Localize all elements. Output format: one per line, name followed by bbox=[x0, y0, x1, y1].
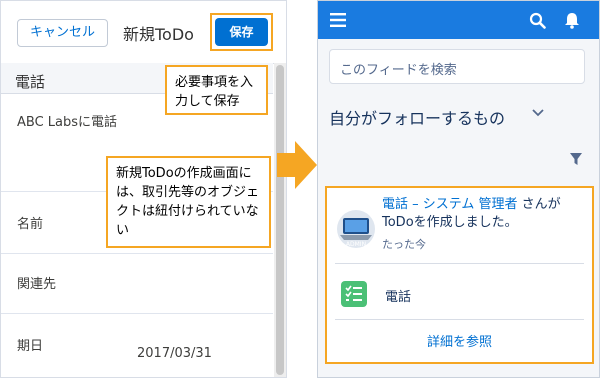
save-button-highlight: 保存 bbox=[210, 13, 273, 51]
post-actor-suffix: さんが bbox=[517, 197, 561, 212]
page-title: 新規ToDo bbox=[123, 25, 194, 44]
divider bbox=[1, 253, 273, 254]
divider bbox=[335, 319, 584, 320]
due-date-field[interactable]: 2017/03/31 bbox=[137, 346, 212, 361]
task-icon-glyph bbox=[345, 285, 362, 301]
task-record-link[interactable]: 電話 bbox=[385, 286, 411, 305]
new-todo-header: キャンセル 新規ToDo 保存 bbox=[1, 1, 286, 64]
feed-screen: このフィードを検索 自分がフォローするもの ADMIN 電話 – システム 管理… bbox=[317, 0, 600, 378]
task-icon bbox=[341, 281, 367, 307]
view-details-link[interactable]: 詳細を参照 bbox=[327, 331, 592, 350]
subject-field[interactable]: ABC Labsに電話 bbox=[17, 111, 117, 130]
post-actor-link[interactable]: 電話 – システム 管理者 bbox=[382, 197, 518, 212]
divider bbox=[335, 263, 584, 264]
section-title: 電話 bbox=[15, 73, 46, 91]
scrollbar-thumb[interactable] bbox=[276, 65, 284, 375]
name-field-label: 名前 bbox=[17, 217, 44, 232]
hamburger-icon[interactable] bbox=[330, 13, 346, 27]
new-todo-screen: キャンセル 新規ToDo 保存 電話 ABC Labsに電話 名前 関連先 期日… bbox=[0, 0, 287, 378]
scrollbar[interactable] bbox=[274, 63, 286, 377]
post-timestamp[interactable]: たった今 bbox=[382, 236, 426, 252]
feed-search-input[interactable]: このフィードを検索 bbox=[329, 49, 585, 84]
feed-title[interactable]: 自分がフォローするもの bbox=[329, 105, 505, 129]
top-nav-bar bbox=[318, 1, 599, 39]
chevron-down-icon[interactable] bbox=[532, 109, 544, 117]
form-callout: 新規ToDoの作成画面には、取引先等のオブジェクトは紐付けられていない bbox=[106, 156, 271, 248]
feed-post-card: ADMIN 電話 – システム 管理者 さんが ToDoを作成しました。 たった… bbox=[325, 186, 594, 364]
bell-icon[interactable] bbox=[564, 12, 580, 29]
laptop-avatar-icon: ADMIN bbox=[340, 218, 372, 248]
form-callout-text: 新規ToDoの作成画面には、取引先等のオブジェクトは紐付けられていない bbox=[116, 166, 260, 238]
search-icon[interactable] bbox=[529, 12, 546, 29]
avatar-label: ADMIN bbox=[346, 241, 366, 248]
save-callout-text: 必要事項を入力して保存 bbox=[175, 75, 254, 109]
divider bbox=[1, 313, 273, 314]
related-to-field-label: 関連先 bbox=[17, 277, 57, 292]
cancel-button[interactable]: キャンセル bbox=[17, 19, 108, 47]
due-date-field-label: 期日 bbox=[17, 339, 44, 354]
post-text: 電話 – システム 管理者 さんが ToDoを作成しました。 bbox=[382, 196, 582, 232]
post-action: ToDoを作成しました。 bbox=[382, 215, 518, 230]
avatar[interactable]: ADMIN bbox=[337, 210, 375, 248]
save-callout: 必要事項を入力して保存 bbox=[165, 65, 268, 115]
filter-icon[interactable] bbox=[570, 153, 582, 165]
search-placeholder: このフィードを検索 bbox=[340, 63, 457, 78]
save-button[interactable]: 保存 bbox=[215, 18, 268, 46]
arrow-right-icon bbox=[277, 141, 317, 189]
